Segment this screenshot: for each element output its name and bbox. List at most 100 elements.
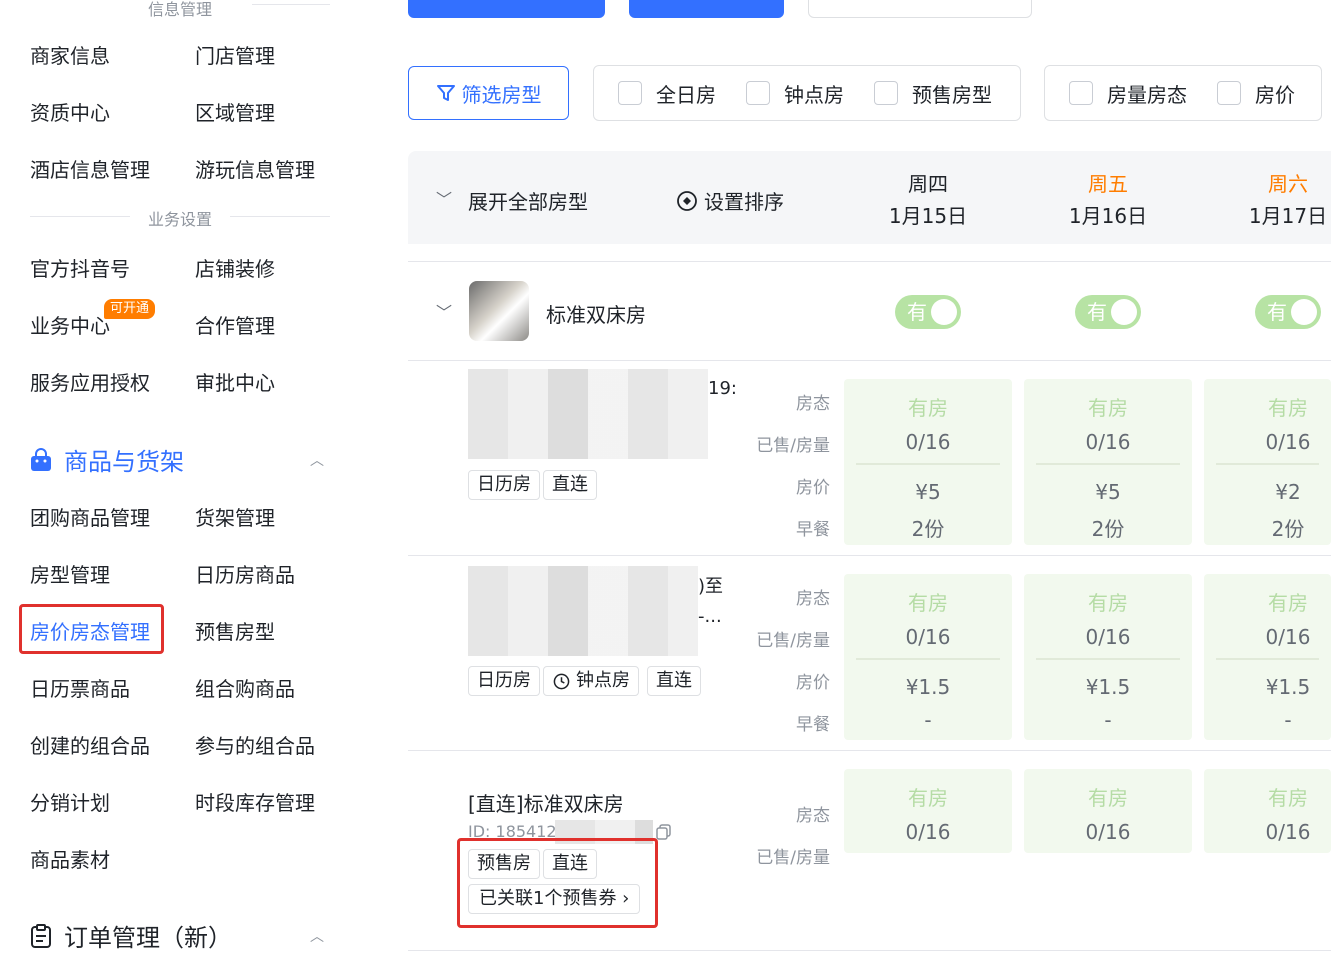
availability-toggle[interactable]: 有 [1075,295,1141,329]
chevron-up-icon[interactable]: ︿ [310,450,324,470]
cell-price: ¥1.5 [905,675,951,699]
cell-sold: 0/16 [905,430,951,454]
inventory-cell[interactable]: 有房 0/16 [1204,769,1331,853]
divider-line [252,4,330,5]
chevron-down-icon[interactable]: ﹀ [436,299,452,323]
top-primary-button[interactable] [408,0,605,18]
inventory-cell[interactable]: 有房 0/16 [1024,769,1192,853]
nav-shop-decor[interactable]: 店铺装修 [195,253,275,282]
set-sort-button[interactable]: 设置排序 [676,186,784,215]
nav-distribution[interactable]: 分销计划 [30,787,110,816]
open-badge: 可开通 [104,299,156,319]
checkbox-box[interactable] [874,81,898,105]
set-sort-label: 设置排序 [704,190,784,214]
nav-store-manage[interactable]: 门店管理 [195,40,275,69]
divider-info: 信息管理 [147,0,212,19]
inventory-cell[interactable]: 有房 0/16 ¥2 2份 [1204,379,1331,545]
checkbox-box[interactable] [1217,81,1241,105]
inventory-cell[interactable]: 有房 0/16 ¥5 2份 [1024,379,1192,545]
nav-douyin-account[interactable]: 官方抖音号 [30,253,130,282]
label-status: 房态 [796,394,830,414]
checkbox-room-status[interactable]: 房量房态 [1069,79,1187,108]
row-separator [408,555,1331,556]
weekday: 周五 [1088,172,1128,196]
nav-calendar-ticket[interactable]: 日历票商品 [30,673,130,702]
section-goods-label: 商品与货架 [64,448,184,476]
checkbox-box[interactable] [1069,81,1093,105]
nav-hotel-info[interactable]: 酒店信息管理 [30,154,150,183]
nav-business-center[interactable]: 业务中心 [30,310,110,339]
checkbox-label: 房量房态 [1107,82,1187,107]
row-separator [408,261,1331,262]
availability-toggle[interactable]: 有 [895,295,961,329]
cell-status: 有房 [1088,396,1128,420]
toggle-knob [1291,299,1317,325]
availability-toggle[interactable]: 有 [1255,295,1321,329]
filter-room-label: 筛选房型 [461,82,542,107]
chevron-up-icon[interactable]: ︿ [310,926,324,946]
cell-breakfast: - [1284,708,1292,732]
divider-business: 业务设置 [147,210,212,229]
nav-joined-combo[interactable]: 参与的组合品 [195,730,315,759]
checkbox-full-day[interactable]: 全日房 [618,79,716,108]
cell-divider [1036,658,1180,660]
date: 1月16日 [1068,204,1148,228]
section-goods[interactable]: 商品与货架 ︿ [30,442,324,477]
nav-presale-room[interactable]: 预售房型 [195,616,275,645]
checkbox-box[interactable] [618,81,642,105]
nav-cooperation[interactable]: 合作管理 [195,310,275,339]
inventory-cell[interactable]: 有房 0/16 ¥1.5 - [1204,574,1331,740]
cell-status: 有房 [908,396,948,420]
inventory-cell[interactable]: 有房 0/16 [844,769,1012,853]
inventory-cell[interactable]: 有房 0/16 ¥5 2份 [844,379,1012,545]
clipboard-icon [31,923,51,948]
weekday: 周四 [908,172,948,196]
checkbox-hourly[interactable]: 钟点房 [746,79,844,108]
nav-room-type[interactable]: 房型管理 [30,559,110,588]
expand-all-button[interactable]: 展开全部房型 [468,186,588,215]
nav-created-combo[interactable]: 创建的组合品 [30,730,150,759]
cell-sold: 0/16 [1265,820,1311,844]
blurred-title [468,566,698,656]
checkbox-price[interactable]: 房价 [1217,79,1295,108]
cell-sold: 0/16 [1265,430,1311,454]
section-orders[interactable]: 订单管理（新） ︿ [30,918,324,953]
nav-calendar-room[interactable]: 日历房商品 [195,559,295,588]
nav-play-info[interactable]: 游玩信息管理 [195,154,315,183]
inventory-cell[interactable]: 有房 0/16 ¥1.5 - [1024,574,1192,740]
room-thumbnail [469,281,529,341]
inventory-cell[interactable]: 有房 0/16 ¥1.5 - [844,574,1012,740]
checkbox-box[interactable] [746,81,770,105]
section-orders-label: 订单管理（新） [64,924,232,952]
cell-status: 有房 [908,591,948,615]
label-status: 房态 [796,806,830,826]
nav-slot-stock[interactable]: 时段库存管理 [195,787,315,816]
sort-icon [677,190,697,211]
cell-divider [1216,463,1319,465]
tag-calendar-room: 日历房 [468,470,540,500]
cell-price: ¥5 [1095,480,1121,504]
cell-divider [1216,658,1319,660]
tag-calendar-room: 日历房 [468,666,540,696]
cell-divider [856,463,1000,465]
filter-room-button[interactable]: 筛选房型 [408,66,569,120]
weekday: 周六 [1268,172,1308,196]
room-name: 标准双床房 [546,303,646,327]
cell-divider [1036,463,1180,465]
clock-icon [553,673,570,690]
nav-area-manage[interactable]: 区域管理 [195,97,275,126]
nav-combo-goods[interactable]: 组合购商品 [195,673,295,702]
nav-goods-material[interactable]: 商品素材 [30,844,110,873]
checkbox-presale[interactable]: 预售房型 [874,79,992,108]
top-outline-button[interactable] [808,0,1032,18]
nav-shelf[interactable]: 货架管理 [195,502,275,531]
nav-app-auth[interactable]: 服务应用授权 [30,367,150,396]
top-secondary-button[interactable] [629,0,784,18]
copy-icon[interactable] [656,824,672,840]
cell-sold: 0/16 [1085,820,1131,844]
chevron-down-icon[interactable]: ﹀ [436,186,452,210]
nav-merchant-info[interactable]: 商家信息 [30,40,110,69]
nav-qualification[interactable]: 资质中心 [30,97,110,126]
nav-approval[interactable]: 审批中心 [195,367,275,396]
nav-group-goods[interactable]: 团购商品管理 [30,502,150,531]
